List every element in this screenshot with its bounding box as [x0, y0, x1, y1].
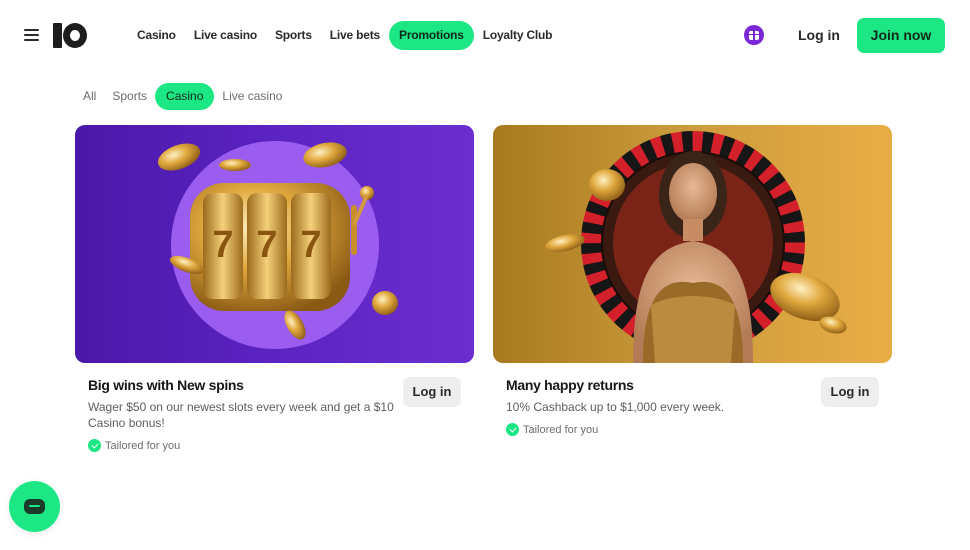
main-nav: Casino Live casino Sports Live bets Prom… — [128, 21, 561, 50]
tailored-check-icon — [88, 439, 101, 452]
filter-sports[interactable]: Sports — [104, 83, 155, 110]
hamburger-menu-icon[interactable] — [24, 28, 39, 42]
card-title: Big wins with New spins — [88, 377, 244, 393]
logo[interactable] — [53, 22, 87, 49]
card-login-button[interactable]: Log in — [821, 377, 879, 407]
slot-machine-image: 7 7 7 — [75, 125, 474, 363]
filter-casino[interactable]: Casino — [155, 83, 215, 110]
svg-text:7: 7 — [212, 224, 233, 266]
promo-card-big-wins[interactable]: 7 7 7 Big wins with New spins Wager $50 … — [75, 125, 474, 452]
roulette-image — [493, 125, 892, 363]
card-tag: Tailored for you — [88, 439, 461, 452]
card-description: Wager $50 on our newest slots every week… — [88, 400, 394, 430]
card-login-button[interactable]: Log in — [403, 377, 461, 407]
chat-bubble-icon — [24, 499, 45, 514]
join-now-button[interactable]: Join now — [857, 18, 945, 53]
svg-text:7: 7 — [300, 224, 321, 266]
nav-item-live-bets[interactable]: Live bets — [321, 21, 389, 50]
nav-item-loyalty-club[interactable]: Loyalty Club — [474, 21, 562, 50]
promotion-filters: All Sports Casino Live casino — [75, 83, 290, 110]
card-tag-label: Tailored for you — [105, 439, 181, 452]
nav-item-sports[interactable]: Sports — [266, 21, 321, 50]
promo-card-happy-returns[interactable]: Many happy returns 10% Cashback up to $1… — [493, 125, 892, 436]
nav-item-casino[interactable]: Casino — [128, 21, 185, 50]
chat-button[interactable] — [9, 481, 60, 532]
card-description: 10% Cashback up to $1,000 every week. — [506, 400, 725, 414]
card-tag-label: Tailored for you — [523, 423, 599, 436]
nav-item-live-casino[interactable]: Live casino — [185, 21, 266, 50]
filter-all[interactable]: All — [75, 83, 104, 110]
site-header: Casino Live casino Sports Live bets Prom… — [0, 0, 970, 70]
tailored-check-icon — [506, 423, 519, 436]
card-title: Many happy returns — [506, 377, 634, 393]
nav-item-promotions[interactable]: Promotions — [389, 21, 474, 50]
card-tag: Tailored for you — [506, 423, 879, 436]
svg-text:7: 7 — [256, 224, 277, 266]
filter-live-casino[interactable]: Live casino — [214, 83, 290, 110]
gift-icon[interactable] — [744, 25, 764, 45]
login-button[interactable]: Log in — [790, 22, 848, 49]
